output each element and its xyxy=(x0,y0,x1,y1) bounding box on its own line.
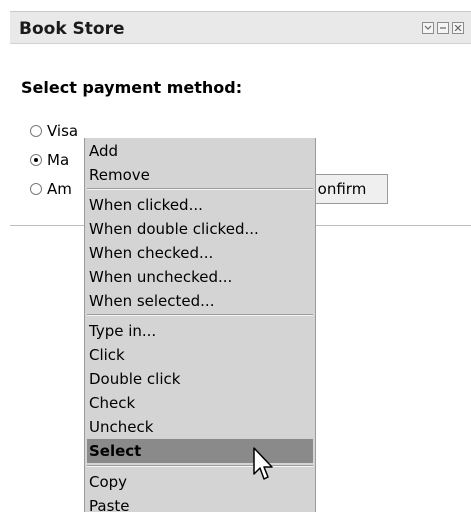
menu-item-uncheck[interactable]: Uncheck xyxy=(87,415,313,439)
menu-item-when-checked[interactable]: When checked... xyxy=(87,241,313,265)
menu-item-when-selected[interactable]: When selected... xyxy=(87,289,313,313)
menu-item-type-in[interactable]: Type in... xyxy=(87,319,313,343)
menu-item-remove[interactable]: Remove xyxy=(87,163,313,187)
menu-item-when-unchecked[interactable]: When unchecked... xyxy=(87,265,313,289)
menu-item-check[interactable]: Check xyxy=(87,391,313,415)
radio-button-checked[interactable] xyxy=(30,154,42,166)
radio-button[interactable] xyxy=(30,183,42,195)
menu-item-paste[interactable]: Paste xyxy=(87,494,313,518)
menu-item-double-click[interactable]: Double click xyxy=(87,367,313,391)
menu-separator xyxy=(87,314,313,316)
radio-label: Am xyxy=(47,180,72,198)
menu-separator xyxy=(87,188,313,190)
radio-label: Ma xyxy=(47,151,70,169)
restore-icon[interactable] xyxy=(437,22,449,34)
mouse-pointer-icon xyxy=(253,447,273,480)
close-icon[interactable] xyxy=(452,22,464,34)
panel-titlebar: Book Store xyxy=(10,11,471,44)
radio-button[interactable] xyxy=(30,125,42,137)
radio-label: Visa xyxy=(47,122,79,140)
context-menu: Add Remove When clicked... When double c… xyxy=(84,138,316,515)
menu-item-click[interactable]: Click xyxy=(87,343,313,367)
payment-heading: Select payment method: xyxy=(21,78,243,97)
menu-separator xyxy=(87,465,313,467)
menu-item-when-clicked[interactable]: When clicked... xyxy=(87,193,313,217)
menu-item-when-double-clicked[interactable]: When double clicked... xyxy=(87,217,313,241)
panel-title: Book Store xyxy=(19,19,125,39)
menu-item-add[interactable]: Add xyxy=(87,139,313,163)
minimize-icon[interactable] xyxy=(422,22,434,34)
menu-item-copy[interactable]: Copy xyxy=(87,470,313,494)
menu-item-select[interactable]: Select xyxy=(87,439,313,463)
